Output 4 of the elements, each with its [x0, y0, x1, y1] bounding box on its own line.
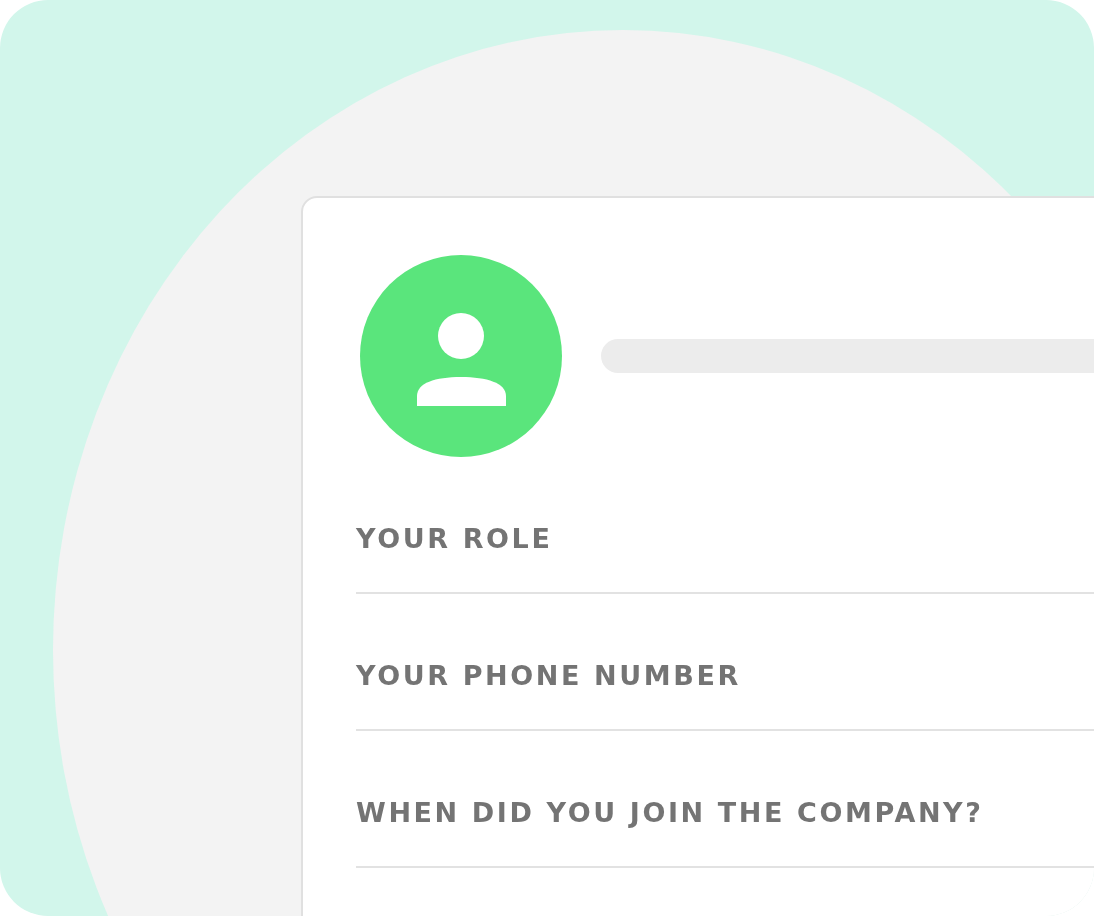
form-field[interactable]: YOUR ROLE: [356, 457, 1094, 594]
avatar-icon: [360, 255, 562, 457]
form-field[interactable]: YOUR PHONE NUMBER: [356, 594, 1094, 731]
form-field[interactable]: WHEN DID YOU JOIN THE COMPANY?: [356, 731, 1094, 868]
